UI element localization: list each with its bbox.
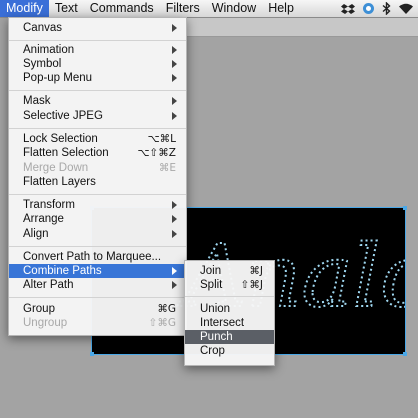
menu-item-label: Align — [23, 228, 49, 240]
menu-separator — [9, 40, 186, 41]
menu-item-label: Lock Selection — [23, 133, 98, 145]
menu-item-label: Alter Path — [23, 279, 74, 291]
menu-item-ungroup: Ungroup ⇧⌘G — [9, 316, 186, 330]
shortcut-label: ⌥⇧⌘Z — [137, 147, 176, 159]
shortcut-label: ⌘G — [157, 303, 176, 315]
submenu-item-intersect[interactable]: Intersect — [185, 316, 274, 330]
submenu-arrow-icon — [172, 60, 177, 68]
menu-separator — [9, 90, 186, 91]
submenu-arrow-icon — [172, 97, 177, 105]
menu-text[interactable]: Text — [49, 0, 84, 17]
menu-item-label: Split — [200, 279, 223, 291]
menu-item-label: Group — [23, 303, 55, 315]
menu-item-symbol[interactable]: Symbol — [9, 57, 186, 71]
submenu-item-punch[interactable]: Punch — [185, 330, 274, 344]
submenu-arrow-icon — [172, 74, 177, 82]
submenu-arrow-icon — [172, 24, 177, 32]
submenu-item-split[interactable]: Split ⇧⌘J — [185, 278, 274, 292]
menu-item-label: Canvas — [23, 22, 62, 34]
shortcut-label: ⇧⌘J — [240, 279, 263, 291]
menu-item-label: Pop-up Menu — [23, 72, 93, 84]
shortcut-label: ⇧⌘G — [148, 317, 176, 329]
menu-item-label: Flatten Selection — [23, 147, 109, 159]
selection-handle-br[interactable] — [403, 352, 407, 356]
menu-item-label: Punch — [200, 331, 233, 343]
menu-item-label: Crop — [200, 345, 225, 357]
submenu-arrow-icon — [172, 46, 177, 54]
menu-item-label: Combine Paths — [23, 265, 102, 277]
modify-menu: Canvas Animation Symbol Pop-up Menu Mask… — [8, 17, 187, 336]
menu-item-mask[interactable]: Mask — [9, 94, 186, 108]
submenu-arrow-icon — [172, 215, 177, 223]
menu-item-transform[interactable]: Transform — [9, 198, 186, 212]
menu-item-animation[interactable]: Animation — [9, 43, 186, 57]
menu-modify[interactable]: Modify — [0, 0, 49, 17]
menu-item-label: Convert Path to Marquee... — [23, 251, 162, 263]
menu-item-label: Intersect — [200, 317, 245, 329]
menu-item-popup-menu[interactable]: Pop-up Menu — [9, 71, 186, 85]
menu-item-label: Transform — [23, 199, 75, 211]
selection-handle-tr[interactable] — [403, 206, 407, 210]
submenu-arrow-icon — [172, 201, 177, 209]
submenu-item-crop[interactable]: Crop — [185, 344, 274, 358]
dropbox-icon[interactable] — [341, 3, 355, 15]
menu-window[interactable]: Window — [206, 0, 262, 17]
menu-item-label: Union — [200, 303, 231, 315]
menu-item-label: Animation — [23, 44, 75, 56]
selection-handle-bl[interactable] — [90, 352, 94, 356]
submenu-arrow-icon — [172, 281, 177, 289]
menu-item-label: Arrange — [23, 213, 64, 225]
menu-commands[interactable]: Commands — [84, 0, 160, 17]
menu-item-label: Ungroup — [23, 317, 68, 329]
menu-item-label: Flatten Layers — [23, 176, 96, 188]
submenu-arrow-icon — [172, 230, 177, 238]
menu-item-flatten-selection[interactable]: Flatten Selection ⌥⇧⌘Z — [9, 146, 186, 160]
menu-separator — [9, 128, 186, 129]
document-tab-strip — [185, 18, 418, 37]
menu-item-label: Merge Down — [23, 162, 89, 174]
menu-item-alter-path[interactable]: Alter Path — [9, 278, 186, 292]
menu-item-label: Join — [200, 265, 222, 277]
wifi-icon[interactable] — [398, 3, 414, 15]
shortcut-label: ⌘J — [249, 265, 263, 277]
menu-separator — [9, 194, 186, 195]
shortcut-label: ⌘E — [158, 162, 176, 174]
menu-help[interactable]: Help — [262, 0, 300, 17]
menu-item-label: Symbol — [23, 58, 62, 70]
menu-item-flatten-layers[interactable]: Flatten Layers — [9, 175, 186, 189]
gear-globe-icon[interactable] — [362, 2, 375, 15]
status-icons — [341, 0, 414, 17]
shortcut-label: ⌥⌘L — [147, 133, 176, 145]
menu-item-arrange[interactable]: Arrange — [9, 212, 186, 226]
submenu-item-union[interactable]: Union — [185, 302, 274, 316]
combine-paths-submenu: Join ⌘J Split ⇧⌘J Union Intersect Punch … — [184, 260, 275, 366]
menubar: Modify Text Commands Filters Window Help — [0, 0, 418, 18]
submenu-item-join[interactable]: Join ⌘J — [185, 264, 274, 278]
menu-item-lock-selection[interactable]: Lock Selection ⌥⌘L — [9, 132, 186, 146]
submenu-arrow-icon — [172, 112, 177, 120]
menu-separator — [9, 246, 186, 247]
submenu-arrow-icon — [172, 267, 177, 275]
menu-filters[interactable]: Filters — [160, 0, 206, 17]
menu-item-combine-paths[interactable]: Combine Paths — [9, 264, 186, 278]
menu-item-group[interactable]: Group ⌘G — [9, 302, 186, 316]
menu-item-label: Selective JPEG — [23, 110, 103, 122]
bluetooth-icon[interactable] — [382, 2, 391, 15]
menu-separator — [9, 297, 186, 298]
menu-item-convert-path[interactable]: Convert Path to Marquee... — [9, 250, 186, 264]
menu-item-align[interactable]: Align — [9, 227, 186, 241]
menu-separator — [185, 296, 274, 297]
menu-item-canvas[interactable]: Canvas — [9, 21, 186, 35]
menu-item-merge-down: Merge Down ⌘E — [9, 161, 186, 175]
menu-item-selective-jpeg[interactable]: Selective JPEG — [9, 109, 186, 123]
menu-item-label: Mask — [23, 95, 51, 107]
